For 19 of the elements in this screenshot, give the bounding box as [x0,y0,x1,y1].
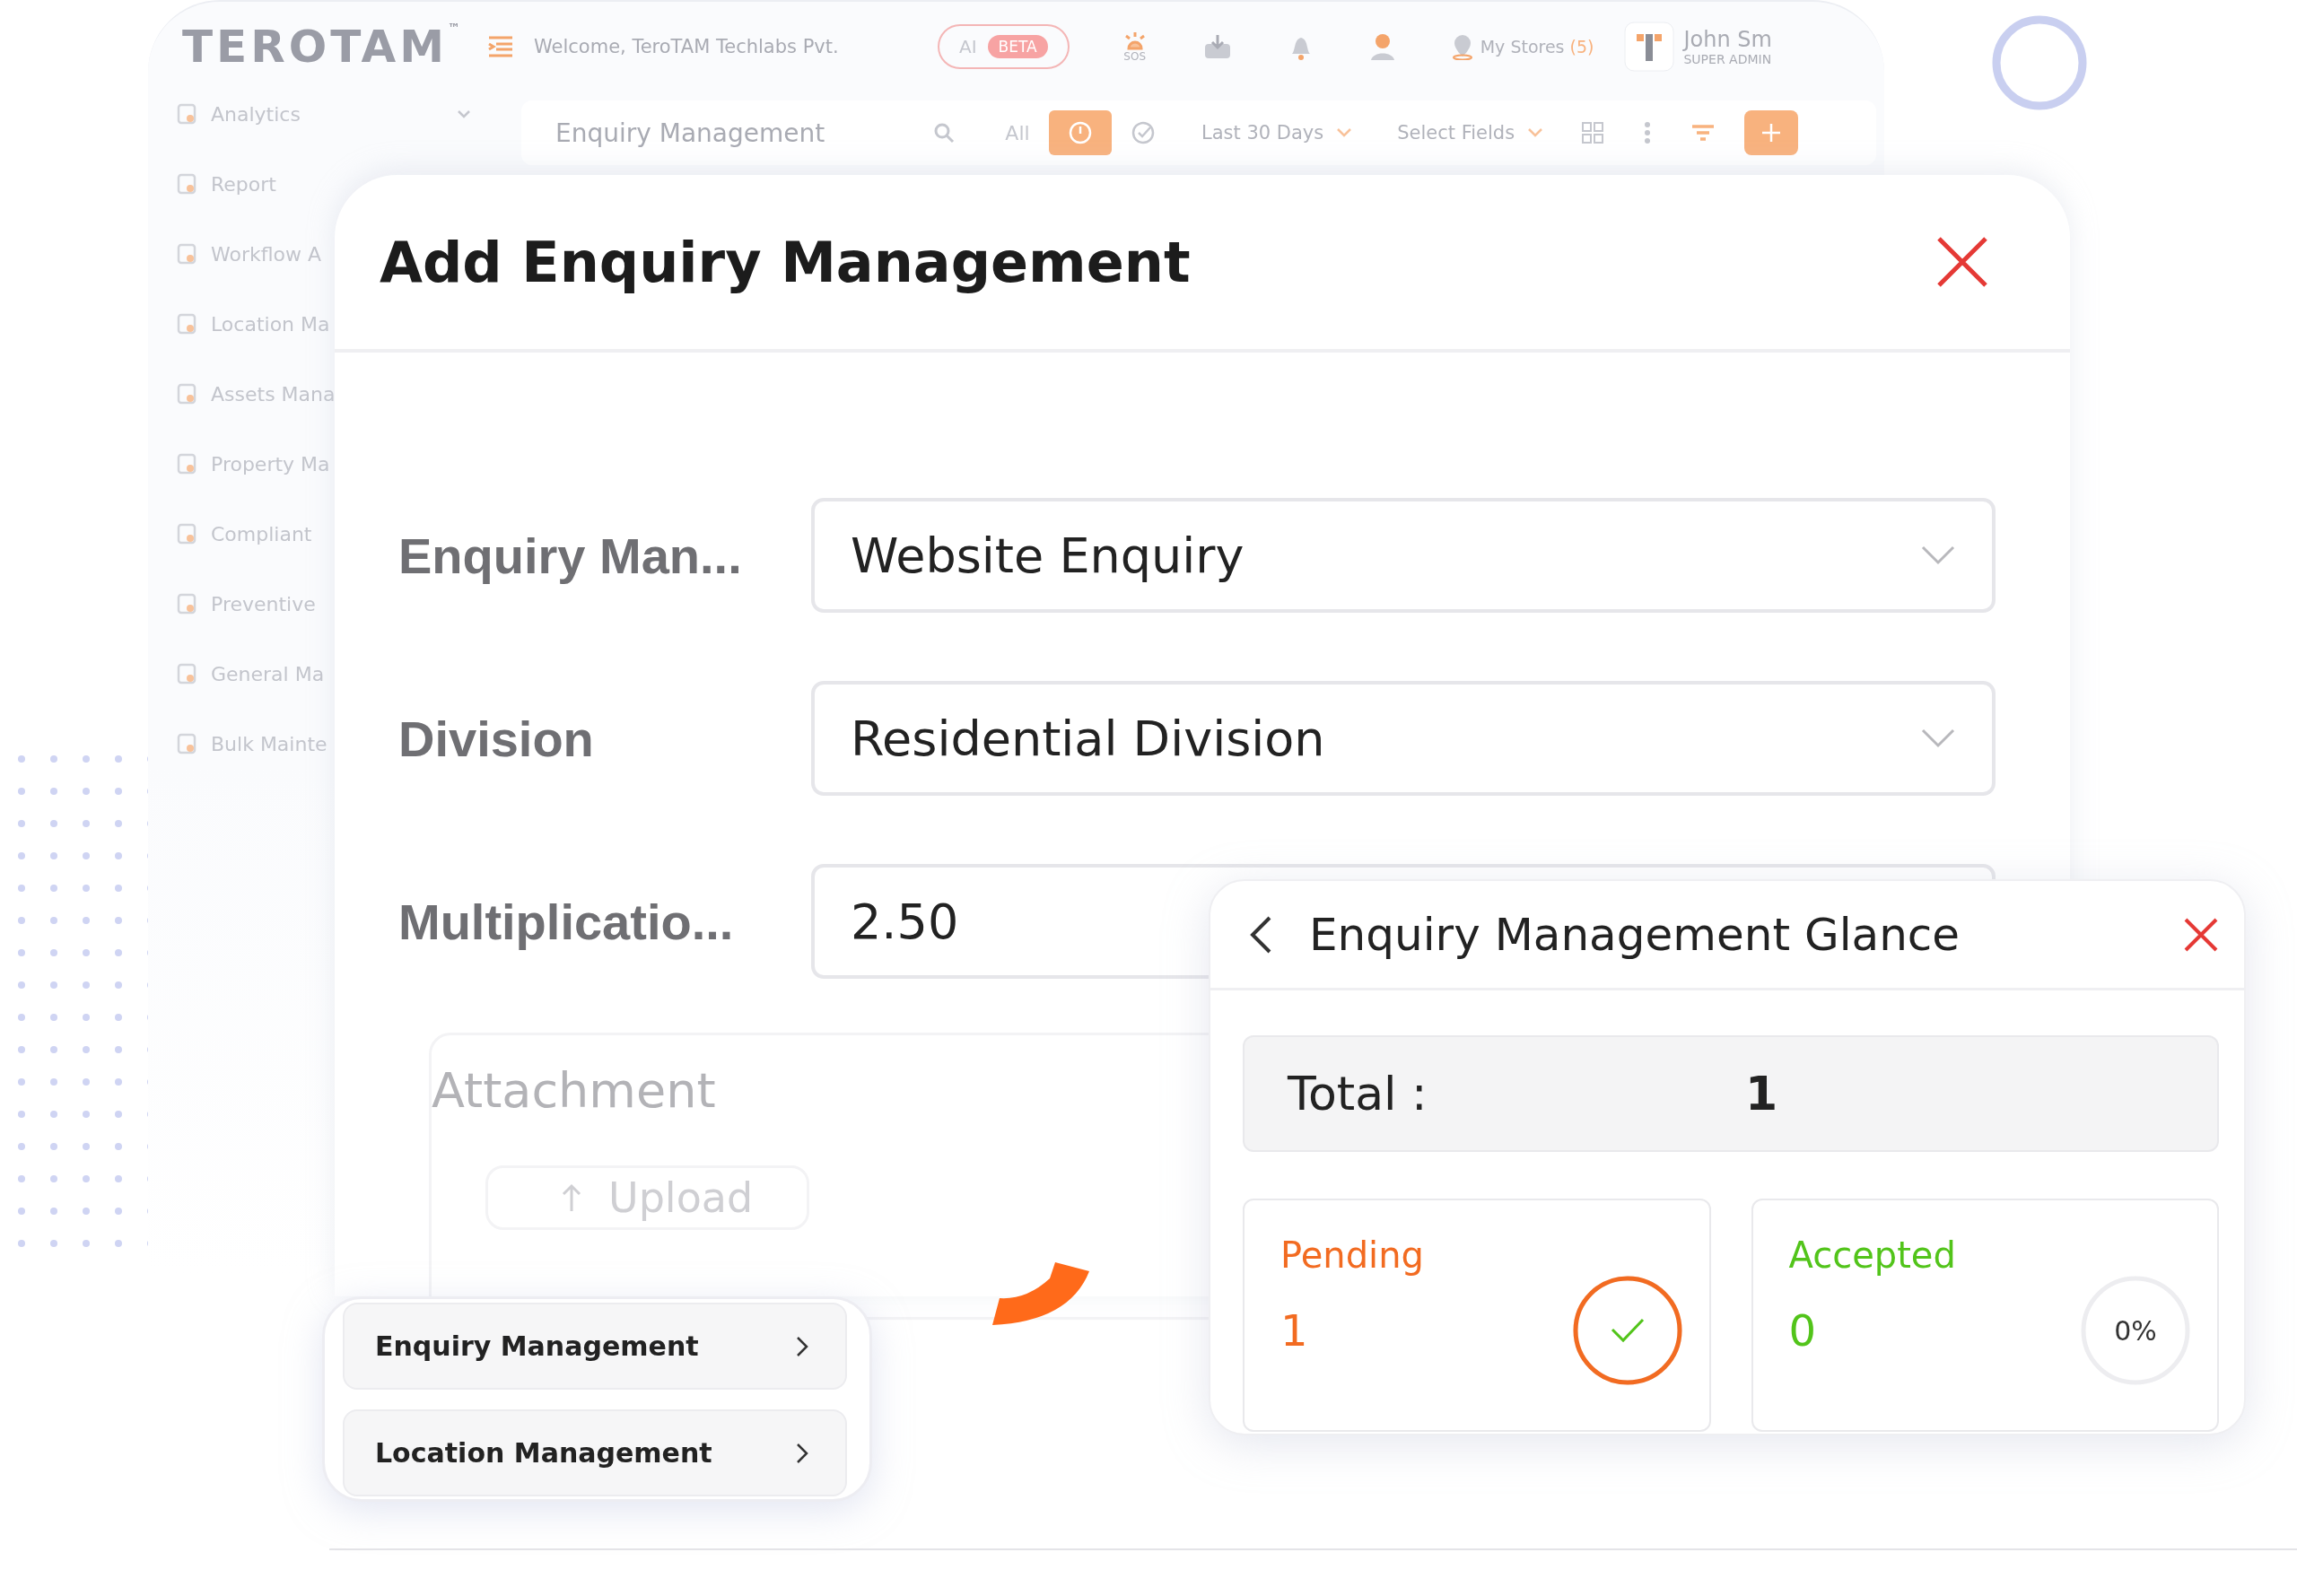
logo: TEROTAM$^{™}$ [182,21,461,73]
modal-title: Add Enquiry Management [380,229,1191,295]
status-count: 0 [1788,1305,1817,1356]
total-label: Total : [1288,1067,1428,1121]
status-label: Pending [1280,1234,1425,1276]
status-count: 1 [1280,1305,1308,1356]
user-name: John Sm [1683,27,1772,52]
field-label: Multiplicatio... [398,892,735,951]
page-title: Enquiry Management [555,118,826,148]
status-label: Accepted [1788,1234,1957,1276]
welcome-text: Welcome, TeroTAM Techlabs Pvt. [534,36,840,57]
field-label: Division [398,709,595,768]
percent-reading: 0% [2114,1314,2157,1347]
user-role: SUPER ADMIN [1683,52,1772,66]
beta-badge: BETA [987,35,1048,58]
glance-title: Enquiry Management Glance [1309,908,1961,961]
total-value: 1 [1745,1067,1778,1121]
attachment-label: Attachment [432,1062,716,1119]
field-label: Enquiry Man... [398,526,743,585]
